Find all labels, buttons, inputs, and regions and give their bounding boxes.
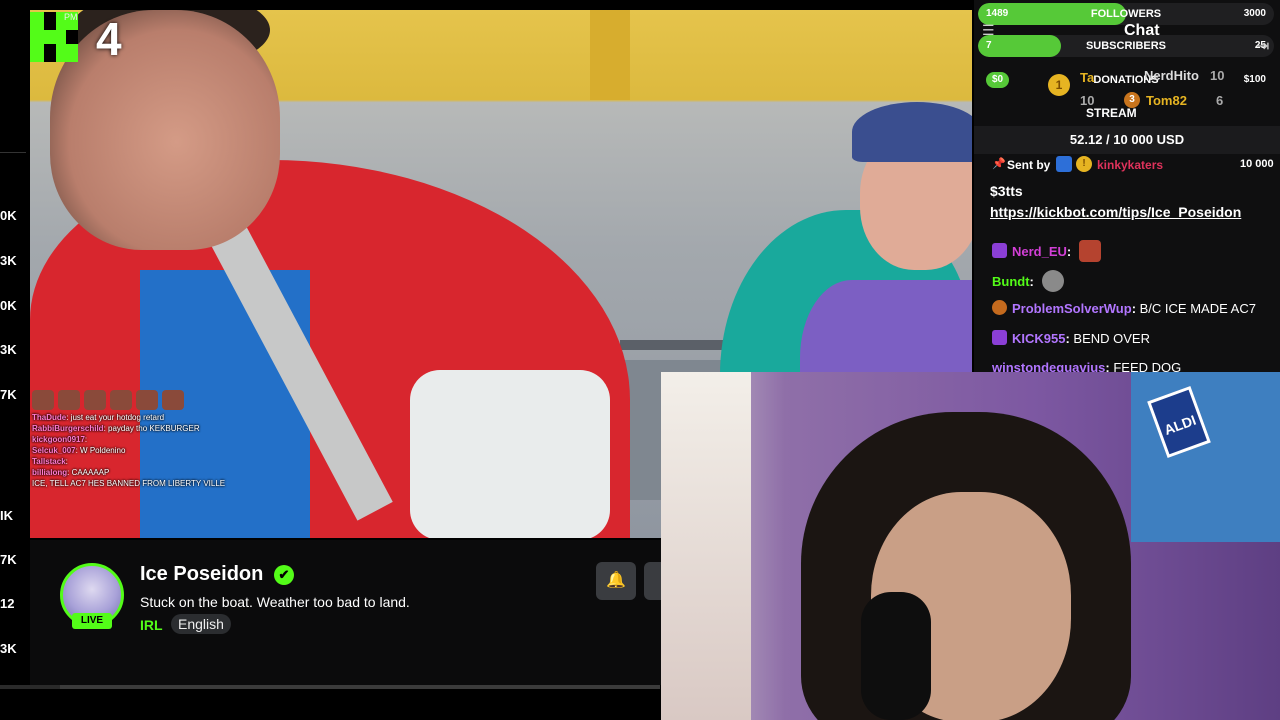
leaderboard-name: Ta	[1080, 70, 1095, 85]
leaderboard-value: 6	[1216, 93, 1224, 108]
emote-icon	[58, 390, 80, 410]
emote-icon	[110, 390, 132, 410]
webcam-overlay: ALDI	[661, 372, 1280, 720]
chat-username[interactable]: Nerd_EU	[1012, 244, 1067, 259]
person-cap	[852, 102, 972, 162]
sidebar-viewer-count[interactable]: 7K	[0, 387, 17, 402]
camera-time: PM	[64, 12, 78, 22]
chat-message: KICK955: BEND OVER	[992, 330, 1150, 346]
overlay-chat-line: Selcuk_007: W Poldenino	[32, 446, 126, 455]
emote-icon	[1078, 240, 1101, 262]
shopping-bag	[410, 370, 610, 538]
emote-icon	[1041, 270, 1064, 292]
language-tag[interactable]: English	[171, 614, 231, 634]
sidebar-viewer-count[interactable]: 3K	[0, 641, 17, 656]
goal-target: 3000	[1243, 8, 1266, 19]
subscribers-goal-bar: 7 SUBSCRIBERS 25	[978, 35, 1274, 57]
emote-icon	[162, 390, 184, 410]
overlay-chat-line: ICE, TELL AC7 HES BANNED FROM LIBERTY VI…	[32, 479, 226, 488]
goal-target: $100	[1243, 74, 1266, 85]
category-link[interactable]: IRL	[140, 617, 163, 633]
collapse-chat-icon[interactable]: ⇥	[1256, 36, 1269, 56]
leaderboard-name: NerdHito	[1144, 68, 1199, 83]
streamer-face	[50, 10, 280, 250]
donations-goal-bar: $0 DONATIONS $100	[978, 69, 1274, 91]
sidebar-viewer-count[interactable]: 3K	[0, 342, 17, 357]
overlay-chat-line: kickgoon0917:	[32, 435, 88, 444]
tip-amount: 10 000	[1240, 158, 1274, 170]
emote-icon	[136, 390, 158, 410]
wall-stripe	[590, 10, 630, 100]
emote-icon	[84, 390, 106, 410]
pin-icon: 📌	[992, 158, 1006, 170]
subscriber-badge-icon	[992, 330, 1007, 345]
overlay-chat-line: billialong: CAAAAAP	[32, 468, 110, 477]
window-light	[661, 372, 751, 720]
chat-message: Nerd_EU:	[992, 240, 1101, 262]
stream-label: STREAM	[1086, 106, 1137, 120]
goal-label: SUBSCRIBERS	[1085, 40, 1167, 52]
tip-link[interactable]: https://kickbot.com/tips/Ice_Poseidon	[990, 204, 1241, 220]
overlay-chat-line: RabbiBurgerschild: payday tho KEKBURGER	[32, 424, 200, 433]
subscriber-badge-icon	[992, 243, 1007, 258]
scrollbar-thumb[interactable]	[60, 685, 660, 689]
live-badge: LIVE	[72, 613, 112, 629]
sidebar-viewer-count[interactable]: 12	[0, 596, 14, 611]
coin-icon: !	[1076, 156, 1092, 172]
sidebar-viewer-count[interactable]: 0K	[0, 208, 17, 223]
gold-medal-icon: 1	[1048, 74, 1070, 96]
overlay-emote-row	[32, 390, 262, 410]
emote-icon	[32, 390, 54, 410]
microphone	[861, 592, 931, 720]
overlay-chat-line: Tallstack:	[32, 457, 68, 466]
stream-overlay-chat: ThaDude: just eat your hotdog retard Rab…	[32, 390, 262, 489]
sidebar-viewer-count[interactable]: 3K	[0, 253, 17, 268]
chat-username[interactable]: ProblemSolverWup	[1012, 301, 1132, 316]
sender-badge-icon	[1056, 156, 1072, 172]
sidebar-channel-list: 0K 3K 0K 3K 7K IK 7K 12 3K	[0, 0, 28, 720]
chat-message: ProblemSolverWup: B/C ICE MADE AC7	[992, 300, 1256, 316]
chat-username[interactable]: KICK955	[1012, 331, 1065, 346]
leaderboard-name: Tom82	[1146, 93, 1187, 108]
chat-message: Bundt:	[992, 270, 1064, 292]
badge-icon	[992, 300, 1007, 315]
goal-label: FOLLOWERS	[1090, 8, 1162, 20]
wall-banner	[1131, 372, 1280, 542]
sidebar-viewer-count[interactable]: IK	[0, 508, 13, 523]
camera-number: 4	[96, 13, 122, 65]
notification-bell-button[interactable]: 🔔	[596, 562, 636, 600]
tip-sent-by: Sent by	[1007, 158, 1051, 172]
sidebar-divider	[0, 152, 26, 153]
verified-icon: ✔	[274, 565, 294, 585]
tip-goal-total: 52.12 / 10 000 USD	[974, 126, 1280, 154]
streamer-name[interactable]: Ice Poseidon	[140, 563, 263, 586]
overlay-chat-line: ThaDude: just eat your hotdog retard	[32, 413, 165, 422]
tip-sender-name[interactable]: kinkykaters	[1097, 158, 1163, 172]
leaderboard-value: 10	[1210, 68, 1225, 83]
bell-icon: 🔔	[606, 572, 626, 589]
sidebar-viewer-count[interactable]: 7K	[0, 552, 17, 567]
stream-info-bar	[30, 540, 670, 685]
sidebar-viewer-count[interactable]: 0K	[0, 298, 17, 313]
tip-message: $3tts	[990, 183, 1023, 199]
chat-username[interactable]: Bundt	[992, 274, 1030, 289]
stream-title: Stuck on the boat. Weather too bad to la…	[140, 594, 410, 610]
goal-label: DONATIONS	[1093, 74, 1159, 86]
